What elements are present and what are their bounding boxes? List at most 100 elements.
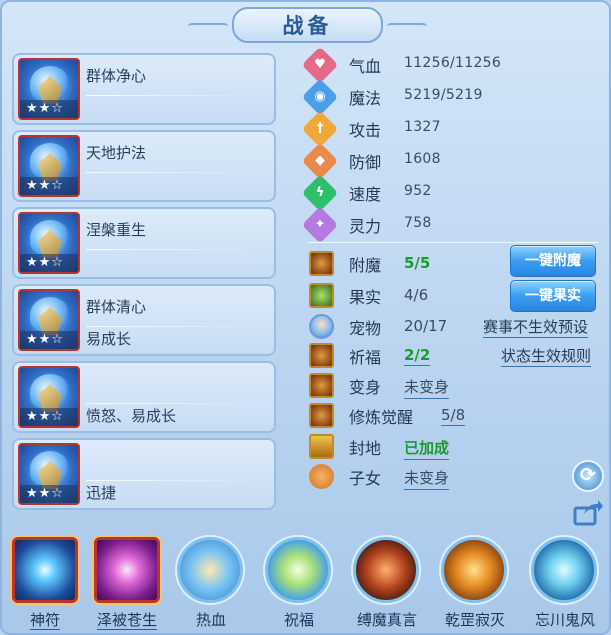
share-icon[interactable]	[572, 496, 604, 528]
status-rules-link[interactable]: 状态生效规则	[501, 345, 592, 367]
one-click-enchant-button[interactable]: 一键附魔	[510, 245, 596, 277]
attr-row-speed: ϟ 速度 952	[301, 174, 597, 212]
fruit-icon	[309, 283, 334, 308]
attr-label: 气血	[349, 57, 382, 76]
spirit-icon: ✦	[301, 206, 339, 244]
attr-value: 5219/5219	[404, 87, 483, 103]
fire-spirit-icon	[177, 537, 243, 603]
bottom-item-1[interactable]: 神符	[8, 527, 82, 633]
title-banner: 战备	[188, 7, 427, 43]
skill-card-6[interactable]: ★★☆ 迅捷	[12, 438, 276, 510]
status-value[interactable]: 2/2	[404, 346, 431, 366]
bottom-item-label: 缚魔真言	[356, 611, 417, 629]
skill-card-5[interactable]: ★★☆ 愤怒、易成长	[12, 361, 276, 433]
attr-row-spirit: ✦ 灵力 758	[301, 206, 597, 244]
skill-card-1[interactable]: ★★☆ 群体净心	[12, 53, 276, 125]
attr-row-mp: ◉ 魔法 5219/5219	[301, 78, 597, 116]
magic-icon: ◉	[301, 78, 339, 116]
skill-stars: ★★☆	[20, 408, 78, 426]
skill-stars: ★★☆	[20, 100, 78, 118]
status-label: 变身	[349, 378, 382, 397]
skill-tag: 迅捷	[86, 484, 117, 502]
bottom-skill-bar: 神符 泽被苍生 热血 祝福 缚魔真言 乾罡寂灭 忘川鬼风	[2, 527, 609, 633]
skill-icon: ★★☆	[18, 135, 80, 197]
bottom-item-label: 忘川鬼风	[534, 611, 595, 629]
skill-icon: ★★☆	[18, 366, 80, 428]
status-label: 祈福	[349, 348, 382, 367]
pet-avatar-icon	[309, 314, 334, 339]
skill-card-4[interactable]: ★★☆ 群体清心 易成长	[12, 284, 276, 356]
speed-icon: ϟ	[301, 174, 339, 212]
status-row-seal: 封地 已加成	[307, 433, 603, 461]
skill-name: 天地护法	[86, 144, 147, 162]
status-row-children: 子女 未变身	[307, 463, 603, 491]
skill-stars: ★★☆	[20, 485, 78, 503]
status-value: 20/17	[404, 317, 448, 335]
status-label: 附魔	[349, 256, 382, 275]
status-label: 修炼觉醒	[349, 408, 414, 427]
status-label: 封地	[349, 439, 382, 458]
scroll-icon	[309, 434, 334, 459]
rune-icon	[12, 537, 78, 603]
status-row-transform: 变身 未变身	[307, 372, 603, 400]
bottom-item-label: 热血	[195, 611, 226, 629]
skill-icon: ★★☆	[18, 58, 80, 120]
skill-icon: ★★☆	[18, 443, 80, 505]
refresh-icon[interactable]	[572, 460, 604, 492]
one-click-fruit-button[interactable]: 一键果实	[510, 280, 596, 312]
status-value: 4/6	[404, 286, 429, 304]
bottom-item-label: 祝福	[283, 611, 314, 629]
wind-icon	[531, 537, 597, 603]
divider	[307, 242, 599, 243]
skill-name: 群体清心	[86, 298, 147, 316]
status-value[interactable]: 已加成	[404, 437, 450, 460]
blessing-icon	[309, 343, 334, 368]
bottom-item-3[interactable]: 热血	[174, 527, 248, 633]
fist-icon	[441, 537, 507, 603]
status-label: 子女	[349, 469, 382, 488]
shield-icon: ◆	[301, 142, 339, 180]
skill-tag: 愤怒、易成长	[86, 407, 177, 425]
attr-value: 1327	[404, 119, 441, 135]
attr-label: 速度	[349, 185, 382, 204]
lotus-icon	[265, 537, 331, 603]
battle-prep-panel: 战备 ★★☆ 群体净心 ★★☆ 天地护法 ★★☆ 涅槃重生 ★★☆ 群体清心 易…	[0, 0, 611, 635]
bottom-item-7[interactable]: 忘川鬼风	[528, 527, 602, 633]
heart-icon: ♥	[301, 46, 339, 84]
skill-name: 涅槃重生	[86, 221, 147, 239]
bottom-item-label: 乾罡寂灭	[444, 611, 505, 629]
skill-icon: ★★☆	[18, 289, 80, 351]
attr-row-attack: † 攻击 1327	[301, 110, 597, 148]
bottom-item-2[interactable]: 泽被苍生	[90, 527, 164, 633]
attr-value: 1608	[404, 151, 441, 167]
bottom-item-6[interactable]: 乾罡寂灭	[438, 527, 512, 633]
children-icon	[309, 464, 334, 489]
demon-icon	[353, 537, 419, 603]
bottom-item-label: 泽被苍生	[96, 611, 157, 630]
status-row-awaken: 修炼觉醒 5/8	[307, 402, 603, 430]
skill-stars: ★★☆	[20, 331, 78, 349]
attr-value: 952	[404, 183, 432, 199]
transform-icon	[309, 373, 334, 398]
attr-label: 魔法	[349, 89, 382, 108]
status-value[interactable]: 未变身	[404, 467, 450, 490]
skill-icon: ★★☆	[18, 212, 80, 274]
skill-name: 群体净心	[86, 67, 147, 85]
status-value[interactable]: 未变身	[404, 376, 450, 399]
attr-label: 灵力	[349, 217, 382, 236]
attr-value: 11256/11256	[404, 55, 502, 71]
skill-tag: 易成长	[86, 330, 132, 348]
skill-stars: ★★☆	[20, 177, 78, 195]
status-value: 5/5	[404, 254, 431, 272]
bottom-item-5[interactable]: 缚魔真言	[350, 527, 424, 633]
skill-card-2[interactable]: ★★☆ 天地护法	[12, 130, 276, 202]
attr-label: 攻击	[349, 121, 382, 140]
attr-value: 758	[404, 215, 432, 231]
tournament-preset-link[interactable]: 赛事不生效预设	[483, 316, 589, 338]
page-title: 战备	[282, 14, 333, 38]
status-value[interactable]: 5/8	[441, 406, 466, 426]
attr-label: 防御	[349, 153, 382, 172]
skill-card-3[interactable]: ★★☆ 涅槃重生	[12, 207, 276, 279]
bottom-item-4[interactable]: 祝福	[262, 527, 336, 633]
status-label: 果实	[349, 288, 382, 307]
